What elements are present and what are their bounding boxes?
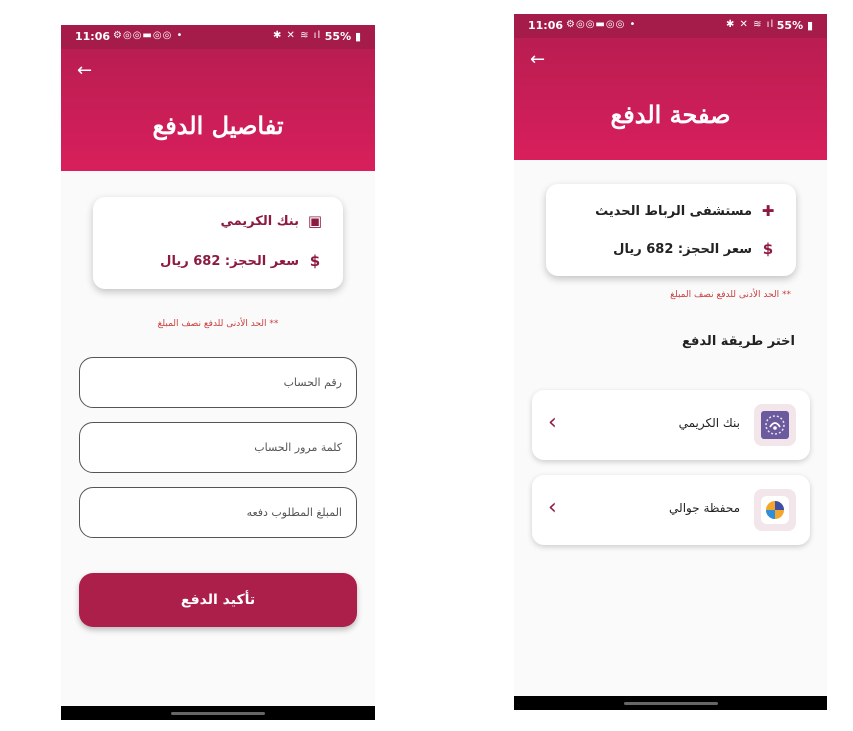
- home-gesture-pill[interactable]: [623, 702, 718, 705]
- hospital-name: مستشفى الرباط الحديث: [595, 203, 752, 219]
- back-arrow-icon[interactable]: ←: [530, 49, 545, 70]
- dollar-icon: $: [762, 240, 774, 258]
- account-password-field[interactable]: [79, 422, 357, 473]
- system-nav-bar: [514, 696, 827, 710]
- status-bar: 11:06 ⚙◎◎▬◎◎ • ✱ ✕ ≋ ıl 55% ▮: [61, 25, 375, 49]
- status-time: 11:06: [528, 19, 564, 32]
- bank-name: بنك الكريمي: [220, 213, 299, 229]
- chevron-left-icon: ‹: [548, 495, 557, 520]
- account-number-field[interactable]: [79, 357, 357, 408]
- wallet-icon: ▣: [307, 212, 323, 230]
- header: ← صفحة الدفع: [514, 38, 827, 160]
- payment-details-screen: 11:06 ⚙◎◎▬◎◎ • ✱ ✕ ≋ ıl 55% ▮ ← تفاصيل ا…: [61, 25, 375, 720]
- dollar-icon: $: [309, 252, 321, 270]
- header: ← تفاصيل الدفع: [61, 49, 375, 171]
- notification-icons: ⚙◎◎▬◎◎ •: [113, 30, 184, 41]
- hospital-cross-icon: ✚: [761, 202, 775, 220]
- kuraimi-bank-logo: [754, 404, 796, 446]
- jawali-wallet-logo: [754, 489, 796, 531]
- bank-row: ▣ بنك الكريمي: [220, 212, 323, 230]
- page-title: صفحة الدفع: [610, 100, 731, 129]
- payment-summary-card: ▣ بنك الكريمي $ سعر الحجز: 682 ريال: [93, 197, 343, 289]
- booking-summary-card: ✚ مستشفى الرباط الحديث $ سعر الحجز: 682 …: [546, 184, 796, 276]
- price-row: $ سعر الحجز: 682 ريال: [613, 240, 776, 258]
- signal-icons: ✱ ✕ ≋ ıl: [273, 30, 322, 41]
- option-label: محفظة جوالي: [669, 501, 740, 515]
- option-label: بنك الكريمي: [678, 416, 740, 430]
- status-time: 11:06: [75, 30, 111, 43]
- status-bar: 11:06 ⚙◎◎▬◎◎ • ✱ ✕ ≋ ıl 55% ▮: [514, 14, 827, 38]
- battery-level: 55% ▮: [776, 19, 813, 32]
- battery-level: 55% ▮: [324, 30, 361, 43]
- min-payment-note: ** الحد الأدنى للدفع نصف المبلغ: [157, 319, 279, 329]
- amount-input[interactable]: [80, 488, 356, 537]
- payment-option-jawali[interactable]: محفظة جوالي ‹: [532, 475, 810, 545]
- price-label: سعر الحجز: 682 ريال: [613, 241, 752, 257]
- page-title: تفاصيل الدفع: [152, 111, 284, 140]
- payment-page-screen: 11:06 ⚙◎◎▬◎◎ • ✱ ✕ ≋ ıl 55% ▮ ← صفحة الد…: [514, 14, 827, 710]
- choose-payment-method-label: اختر طريقة الدفع: [682, 334, 795, 349]
- min-payment-note: ** الحد الأدنى للدفع نصف المبلغ: [670, 290, 791, 300]
- account-number-input[interactable]: [80, 358, 356, 407]
- price-row: $ سعر الحجز: 682 ريال: [160, 252, 323, 270]
- hospital-row: ✚ مستشفى الرباط الحديث: [595, 202, 776, 220]
- confirm-payment-button[interactable]: تأكيد الدفع: [79, 573, 357, 627]
- notification-icons: ⚙◎◎▬◎◎ •: [566, 19, 637, 30]
- amount-field[interactable]: [79, 487, 357, 538]
- price-label: سعر الحجز: 682 ريال: [160, 253, 299, 269]
- home-gesture-pill[interactable]: [171, 712, 265, 715]
- system-nav-bar: [61, 706, 375, 720]
- signal-icons: ✱ ✕ ≋ ıl: [726, 19, 775, 30]
- payment-option-kuraimi[interactable]: بنك الكريمي ‹: [532, 390, 810, 460]
- chevron-left-icon: ‹: [548, 410, 557, 435]
- back-arrow-icon[interactable]: ←: [77, 60, 92, 81]
- account-password-input[interactable]: [80, 423, 356, 472]
